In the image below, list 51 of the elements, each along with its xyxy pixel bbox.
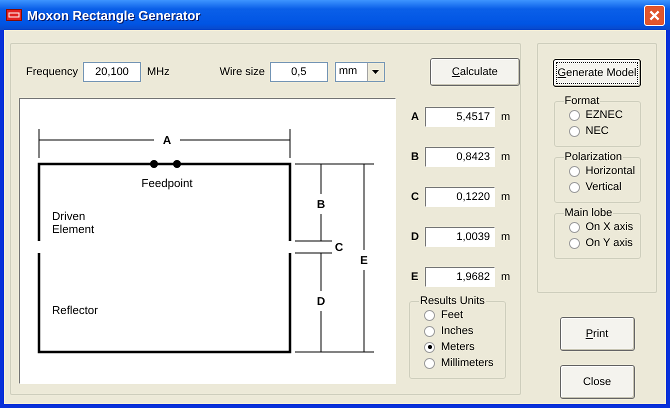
radio-option[interactable]: Millimeters xyxy=(424,355,505,371)
group-title: Format xyxy=(564,95,600,107)
radio-option[interactable]: Horizontal xyxy=(568,163,640,179)
wire-size-field[interactable]: 0,5 xyxy=(270,62,328,82)
driven-element-label: Driven Element xyxy=(52,211,94,236)
result-field[interactable]: 1,9682 xyxy=(425,267,495,287)
result-field[interactable]: 0,1220 xyxy=(425,187,495,207)
close-icon[interactable] xyxy=(644,4,665,26)
dimension-label: C xyxy=(334,242,344,254)
dimension-label: D xyxy=(411,231,420,243)
radio-option[interactable]: Meters xyxy=(424,339,505,355)
group-title: Main lobe xyxy=(564,207,614,219)
frequency-unit: MHz xyxy=(146,66,170,78)
unit-label: m xyxy=(501,191,510,203)
caret-icon xyxy=(372,70,380,74)
dimension-label: B xyxy=(316,199,326,211)
dimension-label: C xyxy=(411,191,420,203)
window-title: Moxon Rectangle Generator xyxy=(27,8,202,22)
radio-option[interactable]: NEC xyxy=(568,123,640,139)
dimension-label: A xyxy=(411,111,420,123)
radio-option[interactable]: Inches xyxy=(424,323,505,339)
unit-label: m xyxy=(501,111,510,123)
result-field[interactable]: 1,0039 xyxy=(425,227,495,247)
group-title: Polarization xyxy=(564,151,623,163)
radio-option[interactable]: On X axis xyxy=(568,219,640,235)
radio-option[interactable]: Vertical xyxy=(568,179,640,195)
dimension-label: E xyxy=(411,271,420,283)
unit-label: m xyxy=(501,271,510,283)
group-title: Results Units xyxy=(419,295,486,307)
close-button[interactable]: Close xyxy=(560,365,634,399)
dimension-label: A xyxy=(162,135,172,147)
unit-label: m xyxy=(501,231,510,243)
result-field[interactable]: 5,4517 xyxy=(425,107,495,127)
reflector-label: Reflector xyxy=(52,305,98,317)
print-button[interactable]: Print xyxy=(560,317,634,351)
radio-option[interactable]: On Y axis xyxy=(568,235,640,251)
calculate-button[interactable]: Calculate xyxy=(430,58,520,86)
result-field[interactable]: 0,8423 xyxy=(425,147,495,167)
wire-size-label: Wire size xyxy=(220,66,265,78)
dimension-label: E xyxy=(360,255,368,267)
generate-model-button[interactable]: Generate Model xyxy=(553,59,641,87)
app-icon xyxy=(6,9,22,21)
feedpoint-label: Feedpoint xyxy=(141,178,193,190)
radio-option[interactable]: EZNEC xyxy=(568,107,640,123)
frequency-label: Frequency xyxy=(26,66,78,78)
dimension-label: D xyxy=(316,296,326,308)
radio-option[interactable]: Feet xyxy=(424,307,505,323)
unit-label: m xyxy=(501,151,510,163)
unit-dropdown[interactable]: mm xyxy=(334,62,385,82)
frequency-field[interactable]: 20,100 xyxy=(82,62,141,82)
dimension-label: B xyxy=(411,151,420,163)
